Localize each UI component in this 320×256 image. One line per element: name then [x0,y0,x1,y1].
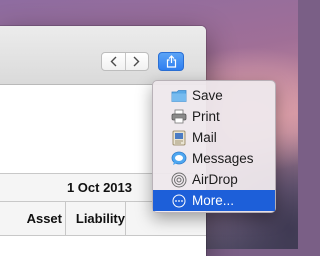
date-header: 1 Oct 2013 [66,180,132,195]
folder-icon [171,88,187,104]
menu-item-messages[interactable]: Messages [153,148,275,169]
menu-item-label: AirDrop [192,172,238,187]
menu-item-print[interactable]: Print [153,106,275,127]
messages-icon [171,151,187,167]
mail-icon [171,130,187,146]
menu-item-label: Mail [192,130,217,145]
forward-button[interactable] [124,53,149,70]
nav-buttons [101,52,149,71]
share-icon [166,55,176,68]
back-button[interactable] [102,53,125,70]
menu-item-label: Messages [192,151,254,166]
chevron-right-icon [133,56,140,67]
chevron-left-icon [110,56,117,67]
toolbar [0,26,206,85]
more-icon [171,193,187,209]
printer-icon [171,109,187,125]
airdrop-icon [171,172,187,188]
menu-item-save[interactable]: Save [153,85,275,106]
menu-item-more[interactable]: More... [153,190,275,211]
menu-item-label: Print [192,109,220,124]
share-button[interactable] [158,52,184,71]
column-header-liability: Liability [67,202,126,235]
column-header-asset: Asset [0,202,66,235]
menu-item-mail[interactable]: Mail [153,127,275,148]
share-menu: Save Print Mail Messages AirDrop More... [152,80,276,213]
menu-item-label: More... [192,193,235,208]
menu-item-label: Save [192,88,223,103]
menu-item-airdrop[interactable]: AirDrop [153,169,275,190]
